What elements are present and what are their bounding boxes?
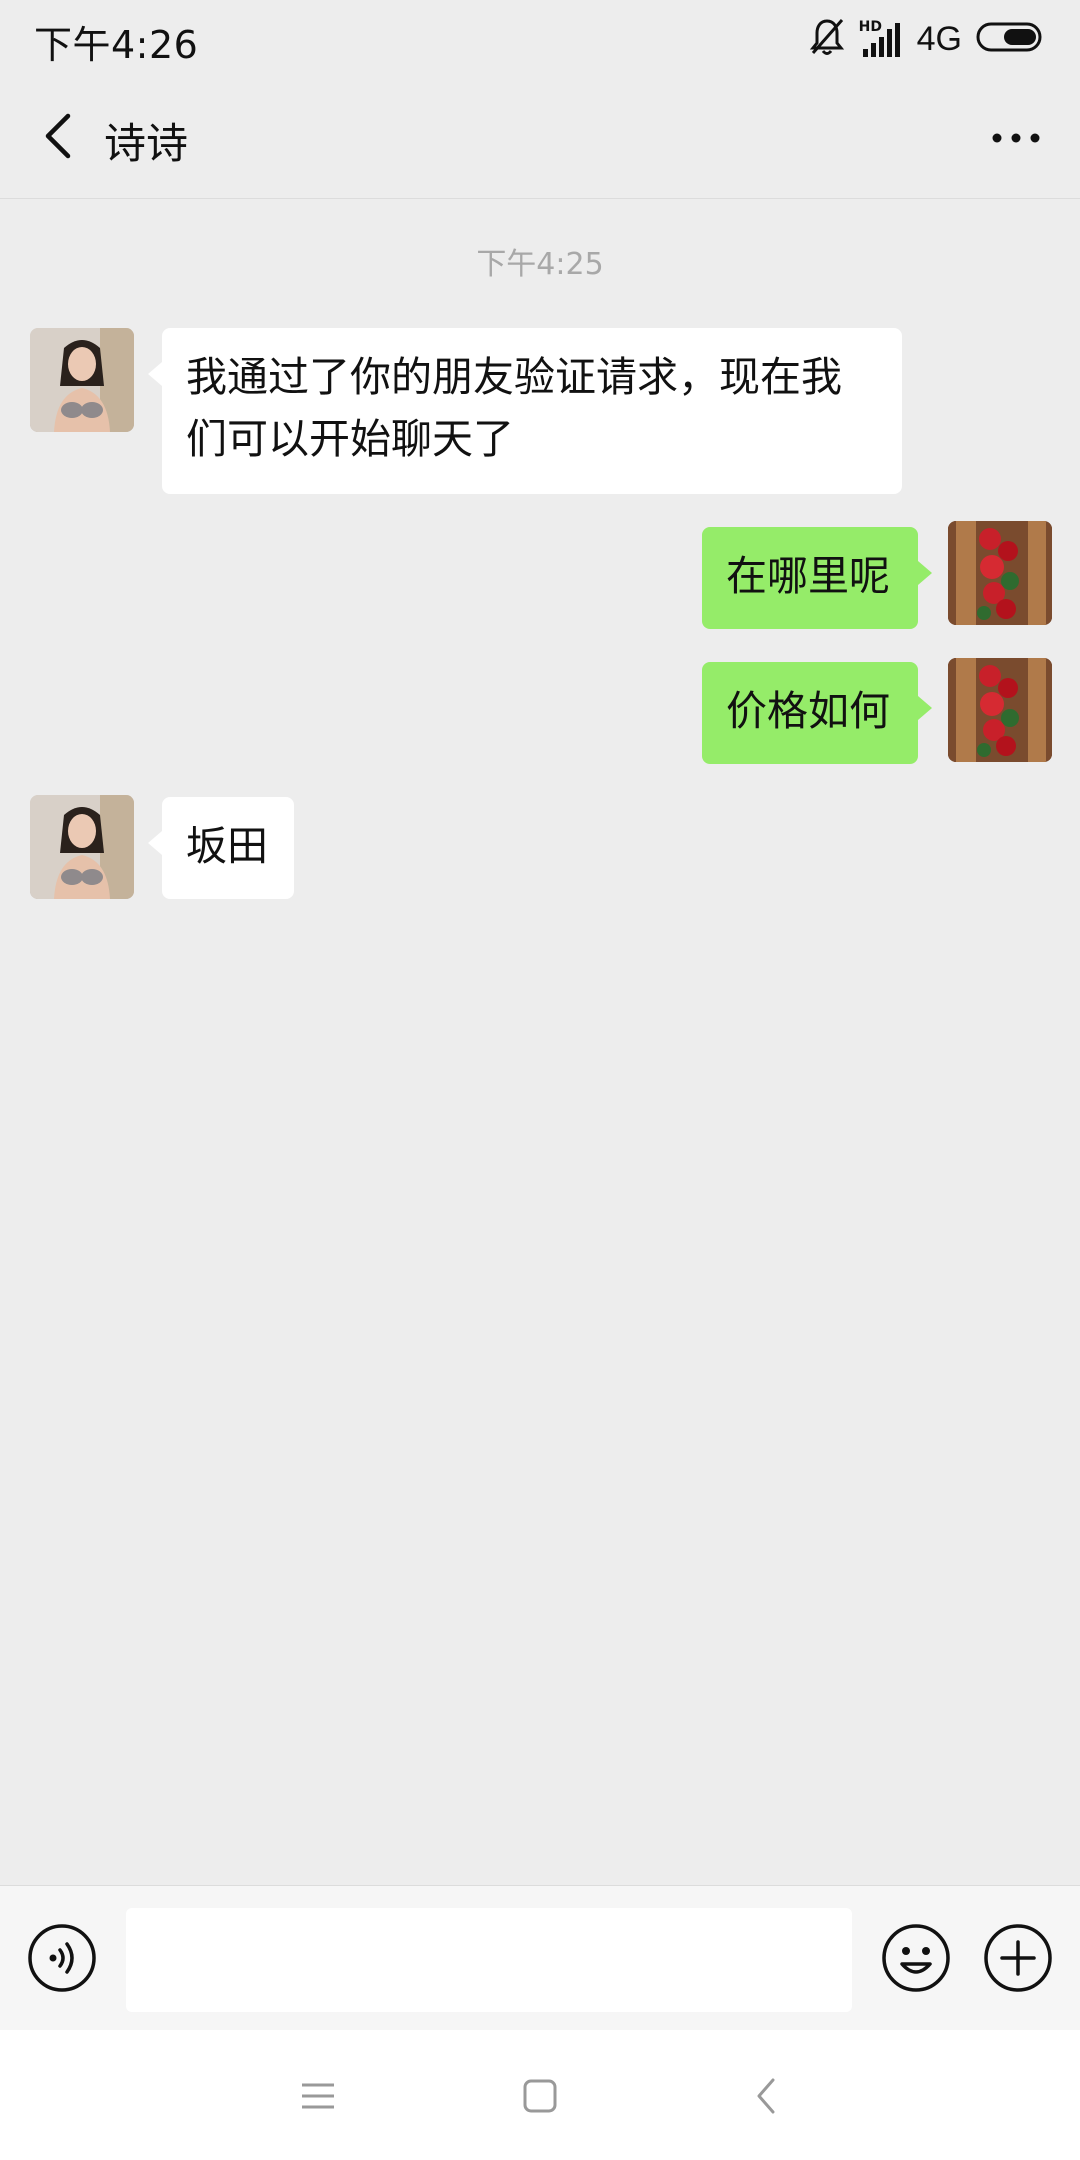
message-bubble-incoming[interactable]: 坂田 (148, 797, 294, 899)
network-label: 4G (916, 19, 962, 58)
status-bar: 下午4:26 HD 4G (0, 0, 1080, 78)
home-icon (520, 2076, 560, 2120)
more-actions-button[interactable] (982, 1922, 1054, 1994)
voice-icon (26, 1924, 98, 1998)
contact-avatar[interactable] (30, 328, 134, 432)
message-bubble-outgoing[interactable]: 价格如何 (702, 662, 932, 764)
back-button[interactable] (22, 102, 94, 174)
battery-icon (976, 20, 1046, 58)
emoji-icon (880, 1924, 952, 1998)
emoji-button[interactable] (880, 1922, 952, 1994)
back-icon (751, 2076, 781, 2120)
message-text: 在哪里呢 (726, 552, 890, 600)
system-nav-bar (0, 2030, 1080, 2160)
mute-bell-icon (809, 17, 845, 61)
contact-avatar[interactable] (30, 795, 134, 899)
my-avatar[interactable] (948, 658, 1052, 762)
status-icons: HD 4G (809, 14, 1046, 64)
nav-back-button[interactable] (734, 2066, 798, 2130)
message-text-line: 们可以开始聊天了 (186, 415, 514, 463)
message-input[interactable] (126, 1908, 852, 2012)
signal-icon: HD (859, 19, 903, 59)
nav-home-button[interactable] (508, 2066, 572, 2130)
message-bubble-incoming[interactable]: 我通过了你的朋友验证请求，现在我 们可以开始聊天了 (148, 328, 902, 494)
plus-icon (982, 1924, 1054, 1998)
message-timestamp: 下午4:25 (476, 247, 604, 282)
input-bar (0, 1885, 1080, 2031)
chevron-left-icon (38, 110, 78, 166)
voice-button[interactable] (26, 1922, 98, 1994)
chat-title: 诗诗 (104, 119, 189, 168)
more-button[interactable] (980, 102, 1052, 174)
message-text-line: 我通过了你的朋友验证请求，现在我 (186, 353, 842, 401)
nav-menu-button[interactable] (286, 2066, 350, 2130)
title-bar: 诗诗 (0, 78, 1080, 199)
message-text: 坂田 (186, 822, 268, 870)
message-bubble-outgoing[interactable]: 在哪里呢 (702, 527, 932, 629)
message-text: 价格如何 (726, 687, 890, 735)
more-dots-icon (991, 129, 1041, 148)
menu-icon (298, 2079, 338, 2117)
status-time: 下午4:26 (34, 23, 199, 67)
message-list[interactable]: 下午4:25 我通过了你的朋友验证请求，现在我 们可以开始聊天了 在哪里呢 价格… (0, 199, 1080, 1885)
my-avatar[interactable] (948, 521, 1052, 625)
